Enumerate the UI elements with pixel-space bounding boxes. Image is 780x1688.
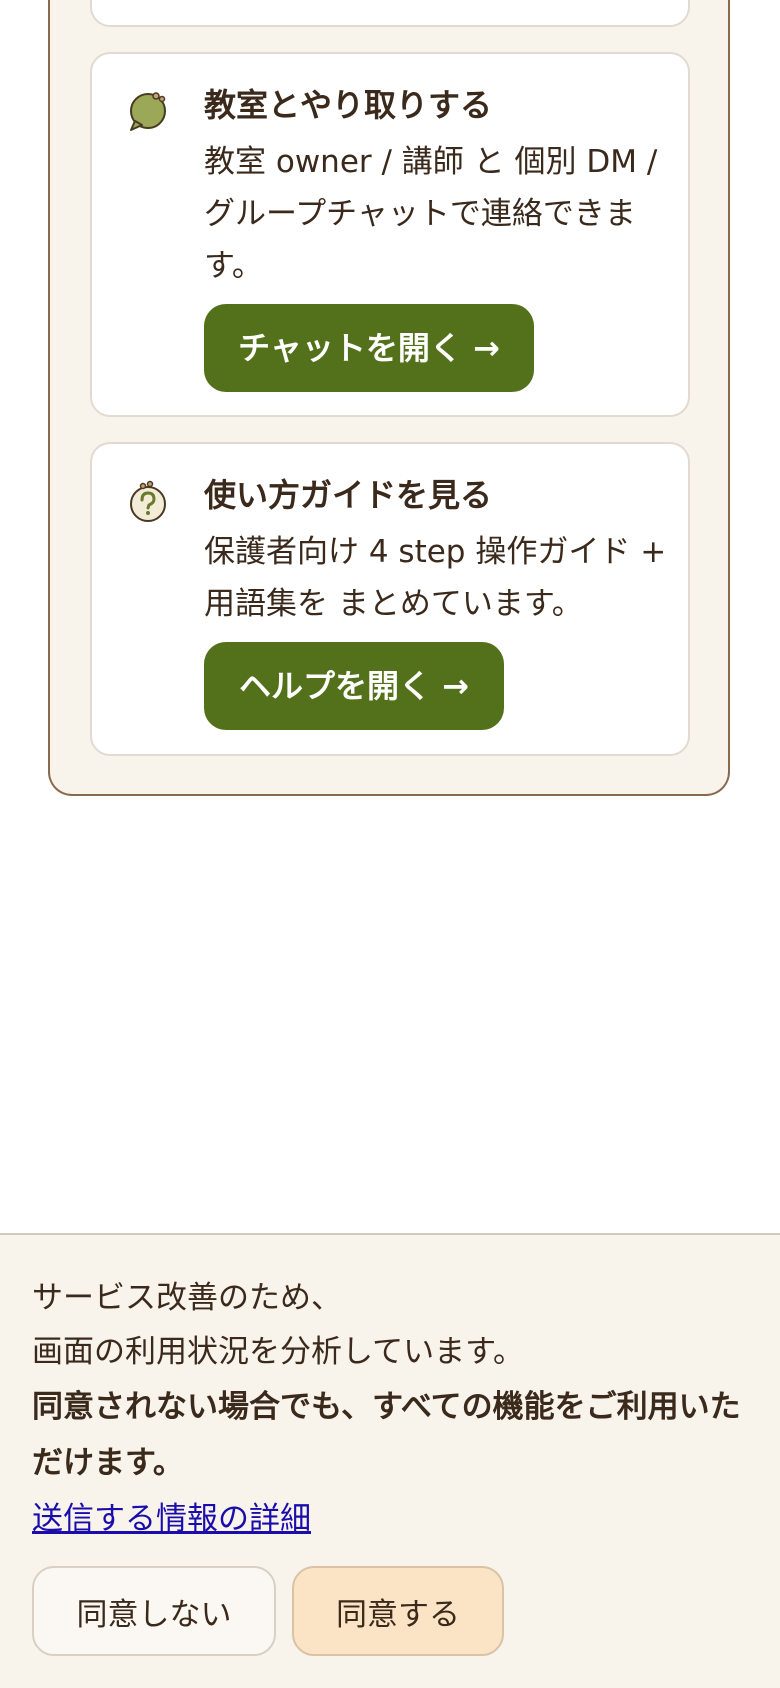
chat-card-description: 教室 owner / 講師 と 個別 DM / グループチャットで連絡できます。 [204, 144, 658, 284]
open-chat-button[interactable]: チャットを開く → [204, 304, 534, 392]
question-mark-icon [130, 480, 166, 522]
help-card-title: 使い方ガイドを見る [204, 476, 493, 514]
help-card-description: 保護者向け 4 step 操作ガイド + 用語集を まとめています。 [204, 534, 667, 622]
open-help-button[interactable]: ヘルプを開く → [204, 642, 504, 730]
chat-card: 教室とやり取りする 教室 owner / 講師 と 個別 DM / グループチャ… [90, 52, 690, 417]
previous-card [90, 0, 690, 27]
decline-button[interactable]: 同意しない [32, 1566, 276, 1656]
consent-line-2: 画面の利用状況を分析しています。 [32, 1334, 524, 1370]
consent-line-1: サービス改善のため、 [32, 1280, 342, 1316]
accept-button[interactable]: 同意する [292, 1566, 504, 1656]
consent-details-link[interactable]: 送信する情報の詳細 [32, 1493, 311, 1545]
speech-bubble-icon [130, 92, 166, 131]
chat-card-title: 教室とやり取りする [204, 86, 493, 124]
analytics-consent-banner: サービス改善のため、 画面の利用状況を分析しています。 同意されない場合でも、す… [0, 1233, 780, 1688]
consent-notice: 同意されない場合でも、すべての機能をご利用いただけます。 [32, 1389, 741, 1481]
help-card: 使い方ガイドを見る 保護者向け 4 step 操作ガイド + 用語集を まとめて… [90, 442, 690, 756]
